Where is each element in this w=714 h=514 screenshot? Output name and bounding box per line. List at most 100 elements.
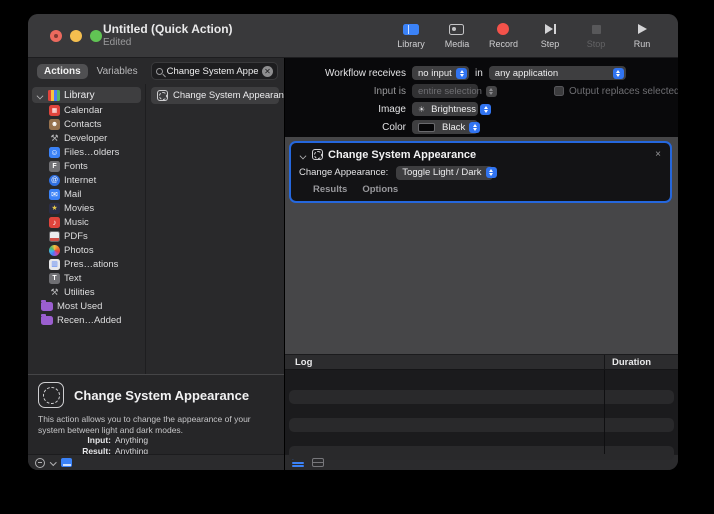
search-input[interactable]: Change System Appearance ✕ <box>150 62 278 80</box>
sidebar-item-pdfs[interactable]: PDFs <box>28 229 145 243</box>
minimize-window-button[interactable] <box>70 29 82 42</box>
chevron-down-icon[interactable] <box>36 91 44 99</box>
action-card[interactable]: Change System Appearance × Change Appear… <box>289 141 672 203</box>
popup-stepper-icon <box>469 121 481 133</box>
photos-icon <box>49 244 60 256</box>
sidebar-item-developer[interactable]: Developer <box>28 131 145 145</box>
media-toolbar-button[interactable]: Media <box>443 22 471 49</box>
chevron-down-icon[interactable] <box>299 151 307 159</box>
music-icon <box>49 216 60 228</box>
color-popup[interactable]: Black <box>412 120 481 134</box>
workflow-receives-label: Workflow receives <box>325 67 406 79</box>
zoom-window-button[interactable] <box>90 29 102 42</box>
duration-column-header[interactable]: Duration <box>604 355 651 369</box>
run-toolbar-button[interactable]: Run <box>628 22 656 49</box>
stop-icon <box>591 24 601 34</box>
sidebar-status-bar <box>28 454 284 470</box>
mail-icon <box>49 188 60 200</box>
sidebar-item-text[interactable]: Text <box>28 271 145 285</box>
log-column-header[interactable]: Log <box>285 357 604 368</box>
sidebar-item-music[interactable]: Music <box>28 215 145 229</box>
clear-search-icon[interactable]: ✕ <box>262 65 273 77</box>
sidebar-item-movies[interactable]: Movies <box>28 201 145 215</box>
popup-stepper-icon <box>456 67 467 79</box>
sidebar-item-internet[interactable]: Internet <box>28 173 145 187</box>
media-icon <box>449 23 465 35</box>
utilities-icon <box>49 287 60 298</box>
library-category-list: Library Calendar Contacts Developer <box>28 84 146 374</box>
workflow-canvas[interactable]: Change System Appearance × Change Appear… <box>285 137 678 354</box>
run-icon <box>637 24 647 34</box>
log-row <box>289 432 674 446</box>
appearance-action-icon-large <box>38 382 64 408</box>
results-tab[interactable]: Results <box>313 184 347 195</box>
log-header-row: Log Duration <box>285 354 678 370</box>
sidebar-item-library[interactable]: Library <box>32 87 141 103</box>
color-label: Color <box>382 121 406 133</box>
appearance-mode-popup[interactable]: Toggle Light / Dark <box>396 165 497 180</box>
input-is-row: Input is entire selection Output replace… <box>285 82 678 100</box>
sidebar-top-bar: Actions Variables Change System Appearan… <box>28 58 284 84</box>
popup-stepper-icon <box>485 167 497 178</box>
image-popup[interactable]: ☀ Brightness <box>412 102 492 116</box>
appearance-action-icon <box>157 90 168 101</box>
tab-variables[interactable]: Variables <box>90 64 145 79</box>
workflow-pane: Workflow receives no input in any applic… <box>285 58 678 470</box>
sidebar-item-presentations[interactable]: Pres…ations <box>28 257 145 271</box>
finder-icon <box>49 146 60 158</box>
presentations-icon <box>49 258 60 270</box>
action-card-header[interactable]: Change System Appearance × <box>291 146 670 163</box>
sidebar-item-files-folders[interactable]: Files…olders <box>28 145 145 159</box>
sidebar-item-contacts[interactable]: Contacts <box>28 117 145 131</box>
window-title: Untitled (Quick Action) <box>103 21 233 36</box>
output-replaces-label: Output replaces selected text <box>569 85 678 97</box>
application-popup[interactable]: any application <box>488 66 626 80</box>
close-window-button[interactable] <box>50 29 62 42</box>
step-toolbar-button[interactable]: Step <box>536 22 564 49</box>
log-row <box>289 376 674 390</box>
toolbar: Library Media Record Step Stop Run <box>397 22 678 49</box>
title-bar: Untitled (Quick Action) Edited Library M… <box>28 14 678 58</box>
window-title-block: Untitled (Quick Action) Edited <box>103 21 233 48</box>
log-column-divider <box>604 370 605 454</box>
in-label: in <box>475 67 483 79</box>
log-row <box>289 390 674 404</box>
contacts-icon <box>49 118 60 130</box>
workflow-settings: Workflow receives no input in any applic… <box>285 58 678 137</box>
sidebar-item-utilities[interactable]: Utilities <box>28 285 145 299</box>
library-books-icon <box>48 89 60 101</box>
sidebar-item-mail[interactable]: Mail <box>28 187 145 201</box>
library-toolbar-button[interactable]: Library <box>397 22 425 49</box>
sidebar-item-most-used[interactable]: Most Used <box>28 299 145 313</box>
popup-stepper-icon <box>485 85 497 97</box>
output-replaces-checkbox <box>554 86 564 96</box>
sidebar-item-photos[interactable]: Photos <box>28 243 145 257</box>
workflow-receives-popup[interactable]: no input <box>412 66 469 80</box>
pdf-icon <box>49 230 60 242</box>
options-tab[interactable]: Options <box>362 184 398 195</box>
sidebar-item-fonts[interactable]: Fonts <box>28 159 145 173</box>
record-toolbar-button[interactable]: Record <box>489 22 518 49</box>
sidebar: Actions Variables Change System Appearan… <box>28 58 285 470</box>
action-card-title: Change System Appearance <box>328 148 477 161</box>
developer-icon <box>49 133 60 144</box>
search-icon <box>155 67 163 75</box>
color-swatch <box>418 122 435 132</box>
workflow-receives-row: Workflow receives no input in any applic… <box>285 64 678 82</box>
search-value: Change System Appearance <box>166 65 258 77</box>
sidebar-item-calendar[interactable]: Calendar <box>28 103 145 117</box>
action-list-item[interactable]: Change System Appearance <box>151 87 284 104</box>
chevron-down-icon[interactable] <box>50 460 56 466</box>
tab-actions[interactable]: Actions <box>37 63 88 79</box>
movies-icon <box>49 202 60 214</box>
sidebar-item-recently-added[interactable]: Recen…Added <box>28 313 145 327</box>
remove-action-icon[interactable] <box>35 457 45 468</box>
stacked-view-icon[interactable] <box>312 458 324 467</box>
close-icon[interactable]: × <box>654 149 662 160</box>
log-row <box>289 446 674 460</box>
image-label: Image <box>378 103 406 115</box>
step-icon <box>544 24 556 34</box>
media-browser-icon[interactable] <box>61 458 72 467</box>
traffic-lights <box>28 29 103 42</box>
color-row: Color Black <box>285 118 678 136</box>
